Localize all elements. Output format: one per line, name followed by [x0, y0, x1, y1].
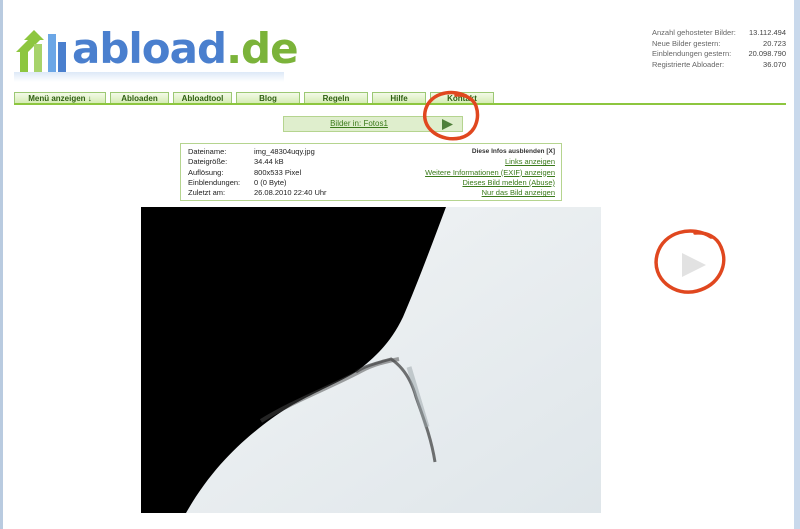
- window-right-border: [794, 0, 800, 529]
- stat-label: Einblendungen gestern:: [652, 49, 732, 58]
- info-filename: img_48304uqy.jpg: [254, 147, 315, 156]
- logo-wordmark: abload.de: [72, 24, 299, 74]
- stat-row: Neue Bilder gestern: 20.723: [652, 39, 786, 50]
- photo-content: [141, 207, 601, 513]
- stat-value: 20.098.790: [748, 49, 786, 58]
- stat-label: Neue Bilder gestern:: [652, 38, 721, 48]
- stat-value: 36.070: [763, 59, 786, 69]
- image-only-link[interactable]: Nur das Bild anzeigen: [482, 188, 555, 197]
- info-filesize: 34.44 kB: [254, 157, 284, 167]
- report-abuse-link[interactable]: Dieses Bild melden (Abuse): [462, 178, 555, 187]
- logo-text-main: abload: [72, 24, 227, 73]
- window-left-border: [0, 0, 3, 529]
- play-arrow-icon[interactable]: [676, 250, 710, 280]
- nav-underline: [14, 103, 786, 105]
- stat-row: Registrierte Abloader: 36.070: [652, 60, 786, 71]
- info-last-viewed: 26.08.2010 22:40 Uhr: [254, 188, 327, 198]
- image-info-box: Dateiname: Dateigröße: Auflösung: Einble…: [180, 143, 562, 201]
- upload-arrows-icon: [16, 30, 66, 72]
- stat-value: 13.112.494: [749, 28, 786, 37]
- stat-row: Einblendungen gestern: 20.098.790: [652, 49, 786, 60]
- info-label: Dateiname:: [188, 147, 227, 156]
- album-link[interactable]: Bilder in: Fotos1: [284, 117, 434, 131]
- site-stats: Anzahl gehosteter Bilder: 13.112.494 Neue…: [652, 28, 786, 70]
- info-label: Dateigröße:: [188, 157, 228, 167]
- info-values: img_48304uqy.jpg 34.44 kB 800x533 Pixel …: [254, 147, 327, 198]
- info-views: 0 (0 Byte): [254, 177, 287, 187]
- stat-value: 20.723: [763, 38, 786, 48]
- info-label: Auflösung:: [188, 167, 224, 177]
- stat-row: Anzahl gehosteter Bilder: 13.112.494: [652, 28, 786, 39]
- hosted-image[interactable]: [141, 207, 601, 513]
- info-label: Einblendungen:: [188, 177, 241, 187]
- annotation-circle-small: [423, 90, 480, 141]
- logo-text-tld: .de: [226, 24, 299, 73]
- stat-label: Registrierte Abloader:: [652, 59, 725, 69]
- show-links-link[interactable]: Links anzeigen: [505, 157, 555, 166]
- hide-info-button[interactable]: Diese Infos ausblenden [X]: [425, 147, 555, 157]
- info-links: Diese Infos ausblenden [X] Links anzeige…: [425, 147, 555, 198]
- info-label: Zuletzt am:: [188, 188, 226, 198]
- stat-label: Anzahl gehosteter Bilder:: [652, 28, 736, 37]
- logo-reflection: [14, 72, 284, 82]
- info-labels: Dateiname: Dateigröße: Auflösung: Einble…: [188, 147, 240, 198]
- info-resolution: 800x533 Pixel: [254, 167, 302, 177]
- show-exif-link[interactable]: Weitere Informationen (EXIF) anzeigen: [425, 168, 555, 177]
- site-logo[interactable]: abload.de: [14, 20, 299, 82]
